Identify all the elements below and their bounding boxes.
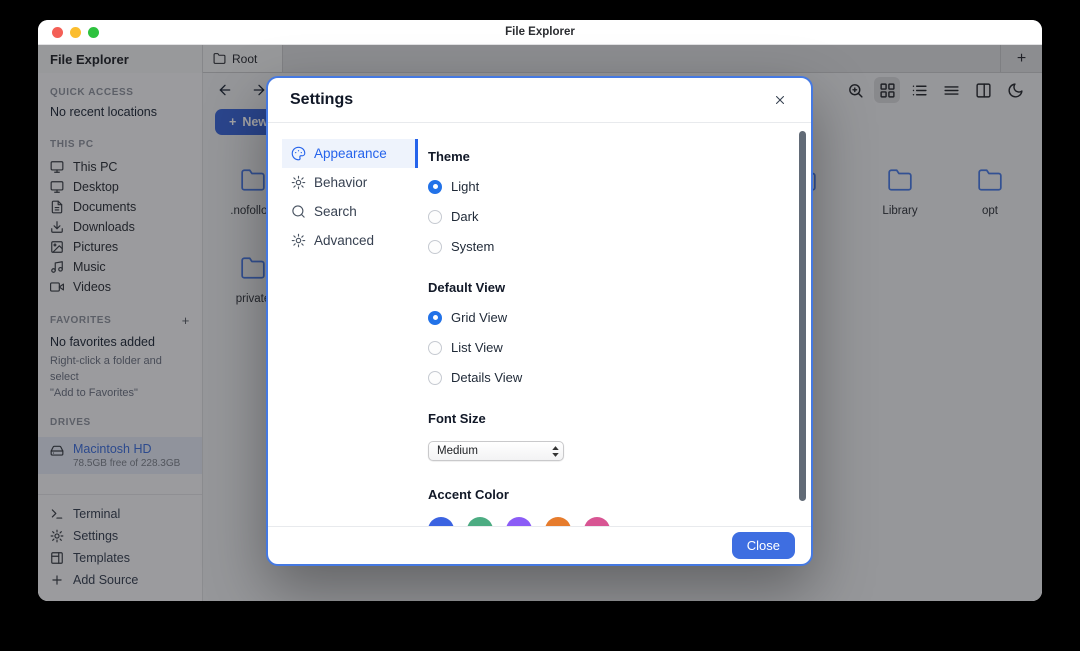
radio-grid-view[interactable]: Grid View	[428, 310, 783, 325]
close-icon[interactable]	[771, 91, 789, 109]
accent-swatch-purple[interactable]	[506, 517, 532, 526]
settings-content: Theme Light Dark System Default View	[418, 123, 811, 526]
accent-color-section-title: Accent Color	[428, 487, 783, 502]
window-title: File Explorer	[505, 26, 575, 38]
radio-icon	[428, 240, 442, 254]
settings-modal: Settings Appearance Behavior	[266, 76, 813, 566]
modal-scrollbar[interactable]	[799, 131, 806, 501]
radio-icon	[428, 180, 442, 194]
select-stepper-icon	[551, 445, 560, 458]
radio-details-view[interactable]: Details View	[428, 370, 783, 385]
close-button[interactable]: Close	[732, 532, 795, 559]
nav-item-advanced[interactable]: Advanced	[282, 226, 418, 255]
font-size-select[interactable]: Medium	[428, 441, 564, 461]
search-icon	[291, 204, 306, 219]
theme-section-title: Theme	[428, 149, 783, 164]
zoom-window-button[interactable]	[88, 27, 99, 38]
accent-swatch-blue[interactable]	[428, 517, 454, 526]
radio-icon	[428, 311, 442, 325]
accent-swatch-pink[interactable]	[584, 517, 610, 526]
modal-footer: Close	[268, 526, 811, 564]
palette-icon	[291, 146, 306, 161]
nav-item-search[interactable]: Search	[282, 197, 418, 226]
radio-list-view[interactable]: List View	[428, 340, 783, 355]
window-titlebar: File Explorer	[38, 20, 1042, 45]
accent-swatch-orange[interactable]	[545, 517, 571, 526]
accent-color-row	[428, 517, 783, 526]
desktop-background: File Explorer File Explorer Root + QUICK…	[0, 0, 1080, 651]
accent-swatch-green[interactable]	[467, 517, 493, 526]
radio-icon	[428, 341, 442, 355]
minimize-window-button[interactable]	[70, 27, 81, 38]
gear-icon	[291, 233, 306, 248]
radio-icon	[428, 210, 442, 224]
settings-nav: Appearance Behavior Search Advanced	[268, 123, 418, 526]
modal-title: Settings	[290, 91, 353, 109]
modal-body: Appearance Behavior Search Advanced	[268, 123, 811, 526]
default-view-section-title: Default View	[428, 280, 783, 295]
app-window: File Explorer File Explorer Root + QUICK…	[38, 20, 1042, 601]
font-size-section-title: Font Size	[428, 411, 783, 426]
radio-icon	[428, 371, 442, 385]
modal-header: Settings	[268, 78, 811, 123]
gear-icon	[291, 175, 306, 190]
traffic-lights	[52, 20, 99, 44]
radio-theme-light[interactable]: Light	[428, 179, 783, 194]
nav-item-behavior[interactable]: Behavior	[282, 168, 418, 197]
nav-item-appearance[interactable]: Appearance	[282, 139, 418, 168]
close-window-button[interactable]	[52, 27, 63, 38]
radio-theme-system[interactable]: System	[428, 239, 783, 254]
radio-theme-dark[interactable]: Dark	[428, 209, 783, 224]
